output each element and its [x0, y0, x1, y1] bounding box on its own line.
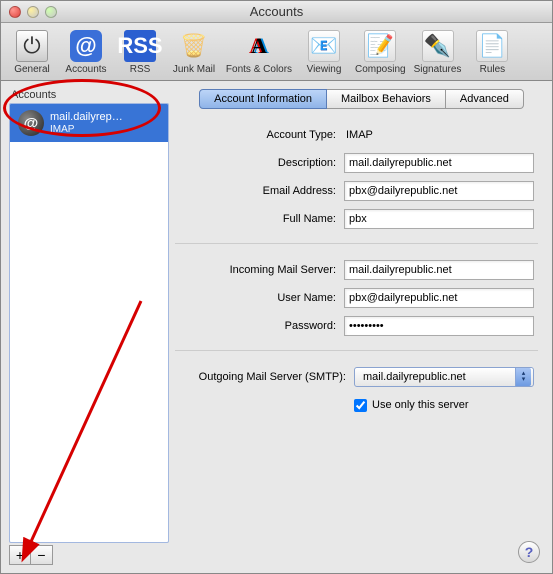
label-fullname: Full Name:: [179, 213, 344, 225]
row-incoming: Incoming Mail Server:: [179, 258, 534, 282]
toolbar-label: Composing: [355, 64, 406, 75]
remove-account-button[interactable]: −: [31, 545, 53, 565]
input-description[interactable]: [344, 153, 534, 173]
toolbar-label: Fonts & Colors: [226, 64, 292, 75]
toolbar-label: General: [14, 64, 50, 75]
row-useonly: Use only this server: [179, 393, 534, 417]
accounts-list[interactable]: @ mail.dailyrep… IMAP: [9, 103, 169, 543]
account-tabs: Account Information Mailbox Behaviors Ad…: [185, 89, 538, 109]
junk-icon: 🗑️: [178, 30, 210, 62]
viewing-icon: 📧: [308, 30, 340, 62]
label-password: Password:: [179, 320, 344, 332]
add-account-button[interactable]: +: [9, 545, 31, 565]
tab-mailbox-behaviors[interactable]: Mailbox Behaviors: [327, 89, 446, 109]
toolbar-composing[interactable]: 📝 Composing: [353, 28, 408, 77]
select-smtp-value: mail.dailyrepublic.net: [363, 371, 466, 383]
toolbar-accounts[interactable]: @ Accounts: [61, 28, 111, 77]
input-fullname[interactable]: [344, 209, 534, 229]
at-icon: @: [70, 30, 102, 62]
label-description: Description:: [179, 157, 344, 169]
toolbar-viewing[interactable]: 📧 Viewing: [299, 28, 349, 77]
titlebar: Accounts: [1, 1, 552, 23]
content-area: Accounts @ mail.dailyrep… IMAP + − Accou…: [1, 81, 552, 573]
fonts-icon: A: [243, 30, 275, 62]
input-incoming[interactable]: [344, 260, 534, 280]
sidebar-header: Accounts: [9, 89, 169, 103]
input-email[interactable]: [344, 181, 534, 201]
help-button[interactable]: ?: [518, 541, 540, 563]
row-password: Password:: [179, 314, 534, 338]
switch-icon: ⏻: [16, 30, 48, 62]
tab-advanced[interactable]: Advanced: [446, 89, 524, 109]
account-protocol: IMAP: [50, 124, 123, 135]
label-useonly: Use only this server: [372, 399, 469, 411]
toolbar-label: Viewing: [307, 64, 342, 75]
row-smtp: Outgoing Mail Server (SMTP): mail.dailyr…: [179, 365, 534, 389]
select-smtp[interactable]: mail.dailyrepublic.net ▴▾: [354, 367, 534, 387]
account-at-icon: @: [18, 110, 44, 136]
rss-icon: RSS: [124, 30, 156, 62]
label-email: Email Address:: [179, 185, 344, 197]
toolbar-rss[interactable]: RSS RSS: [115, 28, 165, 77]
row-fullname: Full Name:: [179, 207, 534, 231]
row-description: Description:: [179, 151, 534, 175]
label-username: User Name:: [179, 292, 344, 304]
close-window-button[interactable]: [9, 6, 21, 18]
preferences-toolbar: ⏻ General @ Accounts RSS RSS 🗑️ Junk Mai…: [1, 23, 552, 81]
account-details-pane: Account Information Mailbox Behaviors Ad…: [179, 89, 544, 565]
traffic-lights: [1, 6, 57, 18]
account-name: mail.dailyrep…: [50, 111, 123, 123]
window-title: Accounts: [1, 4, 552, 19]
toolbar-label: Junk Mail: [173, 64, 215, 75]
row-username: User Name:: [179, 286, 534, 310]
toolbar-label: RSS: [130, 64, 151, 75]
accounts-window: Accounts ⏻ General @ Accounts RSS RSS 🗑️…: [0, 0, 553, 574]
label-smtp: Outgoing Mail Server (SMTP):: [179, 371, 354, 383]
toolbar-label: Rules: [480, 64, 506, 75]
label-account-type: Account Type:: [179, 129, 344, 141]
toolbar-label: Accounts: [65, 64, 106, 75]
minimize-window-button[interactable]: [27, 6, 39, 18]
toolbar-signatures[interactable]: ✒️ Signatures: [412, 28, 464, 77]
tab-account-information[interactable]: Account Information: [199, 89, 327, 109]
toolbar-junk-mail[interactable]: 🗑️ Junk Mail: [169, 28, 219, 77]
input-username[interactable]: [344, 288, 534, 308]
input-password[interactable]: [344, 316, 534, 336]
value-account-type: IMAP: [344, 129, 373, 141]
account-row-selected[interactable]: @ mail.dailyrep… IMAP: [10, 104, 168, 142]
row-account-type: Account Type: IMAP: [179, 123, 534, 147]
label-incoming: Incoming Mail Server:: [179, 264, 344, 276]
accounts-sidebar: Accounts @ mail.dailyrep… IMAP + −: [9, 89, 169, 565]
row-email: Email Address:: [179, 179, 534, 203]
zoom-window-button[interactable]: [45, 6, 57, 18]
toolbar-general[interactable]: ⏻ General: [7, 28, 57, 77]
signatures-icon: ✒️: [422, 30, 454, 62]
rules-icon: 📄: [476, 30, 508, 62]
select-arrows-icon: ▴▾: [515, 368, 531, 386]
toolbar-fonts-colors[interactable]: A Fonts & Colors: [223, 28, 295, 77]
add-remove-controls: + −: [9, 545, 169, 565]
account-info-form: Account Type: IMAP Description: Email Ad…: [179, 123, 544, 417]
toolbar-rules[interactable]: 📄 Rules: [467, 28, 517, 77]
account-texts: mail.dailyrep… IMAP: [50, 111, 123, 134]
checkbox-useonly[interactable]: [354, 399, 367, 412]
toolbar-label: Signatures: [414, 64, 462, 75]
composing-icon: 📝: [364, 30, 396, 62]
